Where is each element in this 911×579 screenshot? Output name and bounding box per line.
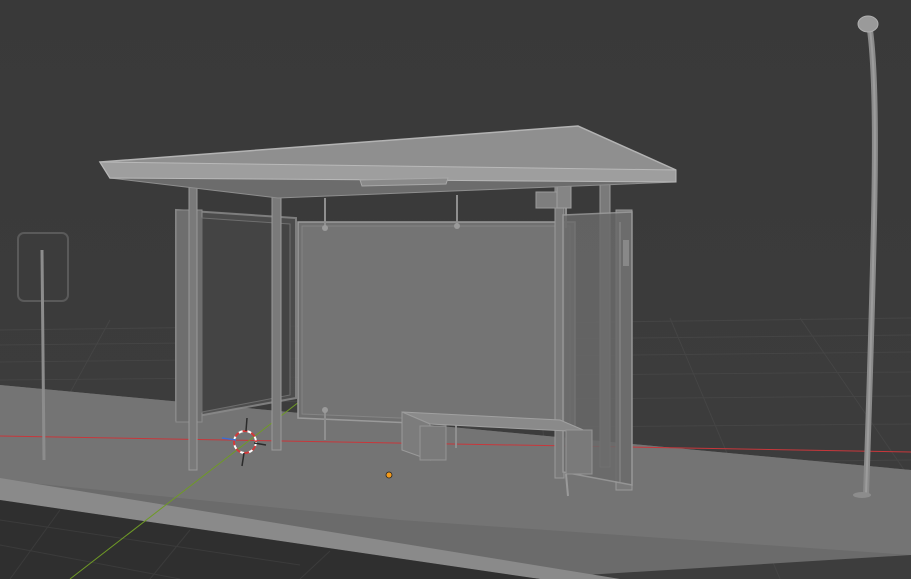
viewport-scene[interactable] — [0, 0, 911, 579]
object-origin-dot — [385, 471, 393, 479]
3d-viewport[interactable] — [0, 0, 911, 579]
